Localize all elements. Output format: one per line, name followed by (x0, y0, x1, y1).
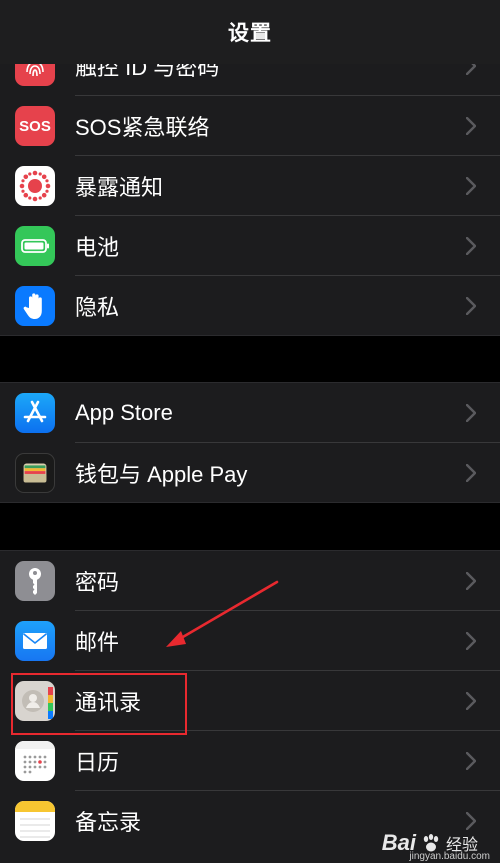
chevron-right-icon (466, 632, 476, 650)
navigation-bar: 设置 (0, 0, 500, 64)
battery-icon (15, 226, 55, 266)
settings-row-passwords[interactable]: 密码 (0, 551, 500, 611)
settings-row-sos[interactable]: SOS SOS紧急联络 (0, 96, 500, 156)
page-title: 设置 (228, 22, 272, 45)
chevron-right-icon (466, 464, 476, 482)
settings-row-label: 密码 (75, 570, 120, 595)
chevron-right-icon (466, 237, 476, 255)
settings-row-label: 备忘录 (75, 810, 142, 835)
exposure-notification-icon (15, 166, 55, 206)
settings-group-2: App Store 钱包与 Apple Pay (0, 382, 500, 503)
settings-row-label: App Store (75, 400, 173, 425)
hand-privacy-icon (15, 286, 55, 326)
settings-row-label: 电池 (75, 235, 120, 260)
mail-icon (15, 621, 55, 661)
settings-row-app-store[interactable]: App Store (0, 383, 500, 443)
settings-row-label: 日历 (75, 750, 120, 775)
settings-row-exposure[interactable]: 暴露通知 (0, 156, 500, 216)
settings-row-label: SOS紧急联络 (75, 115, 210, 140)
chevron-right-icon (466, 812, 476, 830)
chevron-right-icon (466, 692, 476, 710)
chevron-right-icon (466, 297, 476, 315)
settings-row-battery[interactable]: 电池 (0, 216, 500, 276)
sos-icon: SOS (15, 106, 55, 146)
settings-row-wallet[interactable]: 钱包与 Apple Pay (0, 443, 500, 503)
key-icon (15, 561, 55, 601)
settings-row-label: 钱包与 Apple Pay (75, 462, 248, 487)
chevron-right-icon (466, 404, 476, 422)
settings-row-label: 隐私 (75, 295, 120, 320)
settings-row-calendar[interactable]: 日历 (0, 731, 500, 791)
app-store-icon (15, 393, 55, 433)
chevron-right-icon (466, 177, 476, 195)
chevron-right-icon (466, 752, 476, 770)
settings-group-1: 触控 ID 与密码 SOS SOS紧急联络 暴露通知 电池 隐私 (0, 35, 500, 336)
highlight-box (11, 673, 187, 735)
wallet-icon (15, 453, 55, 493)
chevron-right-icon (466, 572, 476, 590)
settings-row-label: 暴露通知 (75, 175, 164, 200)
settings-row-mail[interactable]: 邮件 (0, 611, 500, 671)
chevron-right-icon (466, 117, 476, 135)
notes-icon (15, 801, 55, 841)
sos-icon-text: SOS (19, 117, 51, 135)
calendar-icon (15, 741, 55, 781)
settings-row-privacy[interactable]: 隐私 (0, 276, 500, 336)
watermark-url: jingyan.baidu.com (409, 851, 490, 862)
settings-row-label: 邮件 (75, 630, 120, 655)
